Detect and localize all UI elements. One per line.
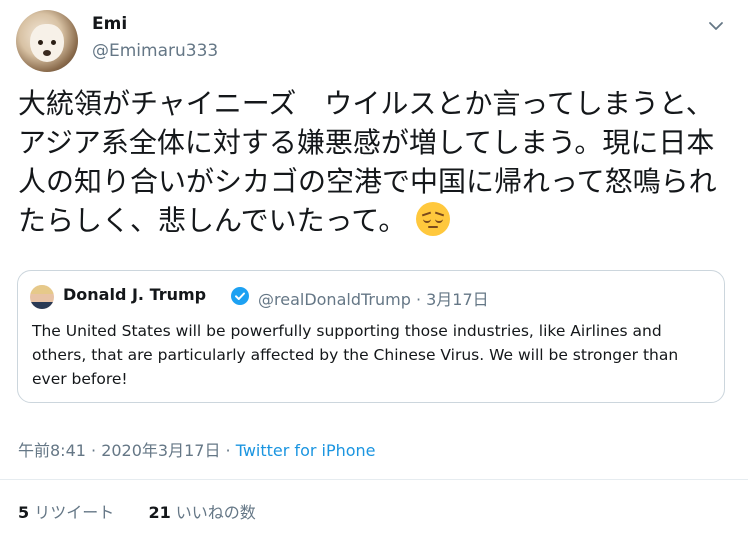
avatar-eye-right [51,40,56,45]
quoted-text: The United States will be powerfully sup… [32,322,679,388]
chevron-down-icon[interactable] [708,18,724,34]
avatar[interactable] [16,10,78,72]
verified-badge-icon [231,287,249,305]
engagement-stats: 5 リツイート 21 いいねの数 [18,499,256,523]
avatar-nose [43,50,51,56]
pensive-face-emoji-icon [416,202,451,236]
retweets-label[interactable]: リツイート [34,503,114,522]
tweet-time[interactable]: 午前8:41 · 2020年3月17日 · [18,441,236,460]
tweet-text-container: 大統領がチャイニーズ ウイルスとか言ってしまうと、アジア系全体に対する嫌悪感が増… [18,84,730,240]
quoted-avatar[interactable] [30,285,54,309]
tweet-text: 大統領がチャイニーズ ウイルスとか言ってしまうと、アジア系全体に対する嫌悪感が増… [18,87,717,237]
quoted-author-name[interactable]: Donald J. Trump [63,285,206,304]
retweets-count[interactable]: 5 [18,503,29,522]
divider [0,479,748,480]
tweet-timestamp: 午前8:41 · 2020年3月17日 · Twitter for iPhone [18,437,376,461]
likes-label[interactable]: いいねの数 [176,503,256,522]
quoted-tweet-card[interactable]: Donald J. Trump @realDonaldTrump · 3月17日… [17,270,725,403]
tweet-source-link[interactable]: Twitter for iPhone [236,441,376,460]
quoted-meta[interactable]: @realDonaldTrump · 3月17日 [258,286,489,310]
likes-count[interactable]: 21 [148,503,170,522]
author-handle[interactable]: @Emimaru333 [92,41,218,61]
author-name[interactable]: Emi [92,14,127,34]
avatar-eye-left [38,40,43,45]
dog-face-shape [30,24,64,62]
